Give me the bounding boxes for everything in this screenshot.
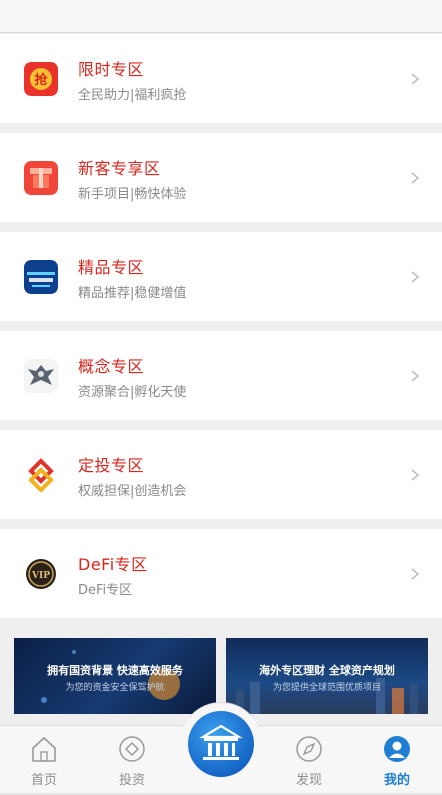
tab-mine[interactable]: 我的	[367, 726, 427, 795]
zone-title: 限时专区	[78, 60, 145, 79]
chevron-right-icon	[411, 271, 420, 283]
zone-card-concept[interactable]: 概念专区 资源聚合|孵化天使	[0, 331, 442, 420]
tab-discover[interactable]: 发现	[279, 726, 339, 795]
center-button-bg	[188, 711, 254, 777]
gift-box-icon	[24, 161, 58, 195]
user-profile-icon	[384, 736, 410, 762]
tab-invest[interactable]: 投资	[102, 726, 162, 795]
zone-card-fixed-invest[interactable]: 定投专区 权威担保|创造机会	[0, 430, 442, 519]
invest-diamond-icon	[119, 736, 145, 762]
qiang-icon: 抢	[24, 62, 58, 96]
tab-home[interactable]: 首页	[14, 726, 74, 795]
bank-icon	[199, 724, 243, 760]
zone-card-newcomer[interactable]: 新客专享区 新手项目|畅快体验	[0, 133, 442, 222]
tab-label: 我的	[383, 773, 410, 788]
banner-headline: 拥有国资背景 快速高效服务	[47, 664, 183, 677]
banner-subline: 为您提供全球范围优质项目	[272, 683, 381, 693]
zone-subtitle: 精品推荐|稳健增值	[78, 286, 187, 301]
zone-title: 概念专区	[78, 357, 145, 376]
zone-title: 精品专区	[78, 258, 145, 277]
vip-coin-icon: VIP	[24, 557, 58, 591]
banner-state-capital[interactable]: 拥有国资背景 快速高效服务 为您的资金安全保驾护航	[14, 638, 216, 714]
svg-text:抢: 抢	[34, 72, 48, 88]
zone-subtitle: 资源聚合|孵化天使	[78, 385, 187, 400]
home-icon	[32, 736, 56, 762]
knot-logo-icon	[24, 458, 58, 492]
chevron-right-icon	[411, 172, 420, 184]
zone-title: 新客专享区	[78, 159, 161, 178]
zone-card-limited[interactable]: 抢 限时专区 全民助力|福利疯抢	[0, 34, 442, 123]
chevron-right-icon	[411, 469, 420, 481]
banner-subline: 为您的资金安全保驾护航	[65, 683, 165, 693]
zone-title: DeFi专区	[78, 555, 148, 574]
banner-headline: 海外专区理财 全球资产规划	[259, 664, 395, 677]
zone-title: 定投专区	[78, 456, 145, 475]
zone-subtitle: 权威担保|创造机会	[78, 484, 187, 499]
zone-card-premium[interactable]: 精品专区 精品推荐|稳健增值	[0, 232, 442, 321]
tab-label: 首页	[30, 773, 57, 788]
zone-card-defi[interactable]: VIP DeFi专区 DeFi专区	[0, 529, 442, 618]
zone-subtitle: 全民助力|福利疯抢	[78, 88, 187, 103]
chevron-right-icon	[411, 73, 420, 85]
compass-icon	[296, 736, 322, 762]
zone-subtitle: 新手项目|畅快体验	[78, 187, 187, 202]
top-bar	[0, 0, 442, 33]
tab-center-bank[interactable]	[180, 702, 262, 784]
banner-overseas[interactable]: 海外专区理财 全球资产规划 为您提供全球范围优质项目	[226, 638, 428, 714]
chevron-right-icon	[411, 370, 420, 382]
chevron-right-icon	[411, 568, 420, 580]
tab-label: 投资	[118, 773, 145, 788]
premium-icon	[24, 260, 58, 294]
svg-text:VIP: VIP	[31, 571, 50, 581]
zone-subtitle: DeFi专区	[78, 583, 133, 598]
eagle-emblem-icon	[24, 359, 58, 393]
tab-label: 发现	[295, 773, 322, 788]
